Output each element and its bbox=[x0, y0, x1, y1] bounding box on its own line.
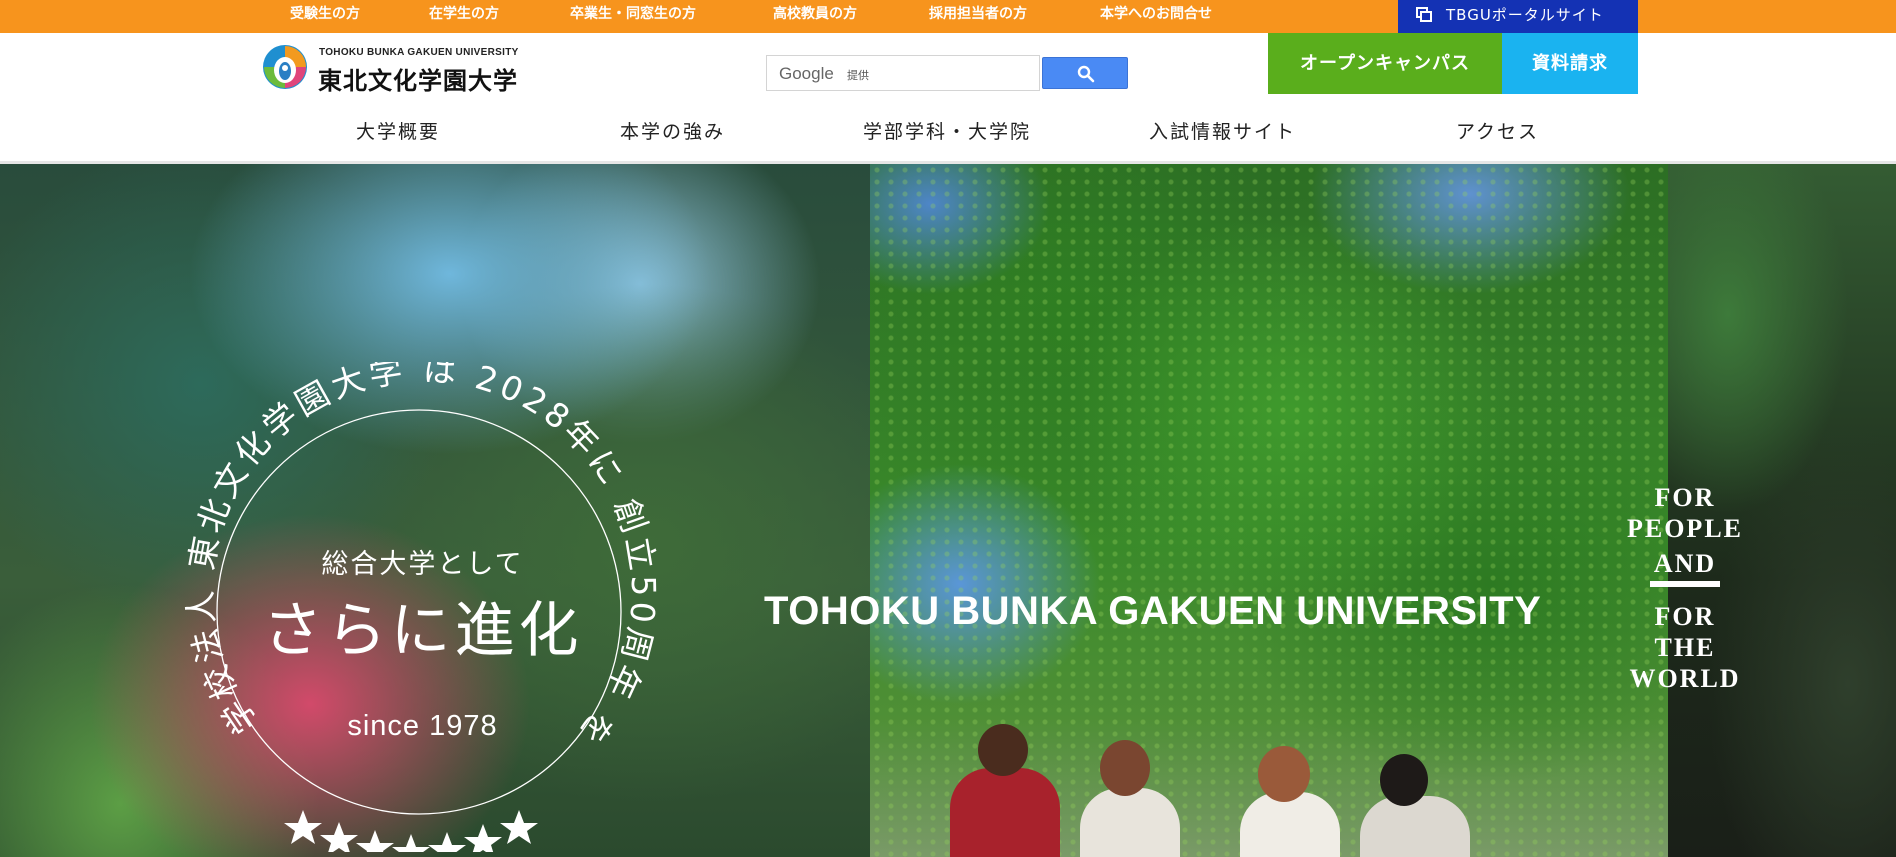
slogan-and: AND bbox=[1650, 548, 1720, 587]
top-link-contact[interactable]: 本学へのお問合せ bbox=[1100, 0, 1212, 28]
search-input[interactable] bbox=[767, 56, 1039, 90]
nav-access[interactable]: アクセス bbox=[1456, 117, 1539, 144]
top-link-applicants[interactable]: 受験生の方 bbox=[290, 0, 360, 28]
search-icon bbox=[1077, 65, 1095, 83]
portal-label: TBGUポータルサイト bbox=[1446, 6, 1604, 24]
nav-faculties[interactable]: 学部学科・大学院 bbox=[863, 117, 1031, 144]
top-bar: 受験生の方 在学生の方 卒業生・同窓生の方 高校教員の方 採用担当者の方 本学へ… bbox=[0, 0, 1896, 33]
slogan-word: THE bbox=[1654, 633, 1716, 662]
open-campus-button[interactable]: オープンキャンパス bbox=[1268, 33, 1502, 94]
slogan: FOR PEOPLE AND FOR THE WORLD bbox=[1610, 482, 1760, 694]
request-documents-button[interactable]: 資料請求 bbox=[1502, 33, 1638, 94]
external-window-icon bbox=[1416, 7, 1432, 22]
hero-banner: 学校法人 東北文化学園大学 は 2028年に 創立50周年 を迎えます。 総合大… bbox=[0, 164, 1896, 857]
slogan-word: WORLD bbox=[1629, 664, 1741, 693]
university-logo[interactable]: TOHOKU BUNKA GAKUEN UNIVERSITY 東北文化学園大学 bbox=[262, 44, 532, 95]
logo-english: TOHOKU BUNKA GAKUEN UNIVERSITY bbox=[319, 47, 519, 58]
top-link-alumni[interactable]: 卒業生・同窓生の方 bbox=[570, 0, 696, 28]
hero-students-image bbox=[940, 724, 1500, 857]
stars-decoration bbox=[284, 810, 538, 852]
nav-about[interactable]: 大学概要 bbox=[356, 117, 440, 144]
top-link-teachers[interactable]: 高校教員の方 bbox=[773, 0, 857, 28]
search-button[interactable] bbox=[1042, 57, 1128, 89]
page: 受験生の方 在学生の方 卒業生・同窓生の方 高校教員の方 採用担当者の方 本学へ… bbox=[0, 0, 1896, 857]
nav-admissions[interactable]: 入試情報サイト bbox=[1149, 117, 1296, 144]
slogan-word: PEOPLE bbox=[1626, 514, 1743, 543]
nav-strengths[interactable]: 本学の強み bbox=[620, 117, 725, 144]
hero-university-name: TOHOKU BUNKA GAKUEN UNIVERSITY bbox=[764, 589, 1542, 633]
slogan-word: FOR bbox=[1654, 602, 1716, 631]
search-box[interactable]: Google 提供 bbox=[766, 55, 1040, 91]
portal-link[interactable]: TBGUポータルサイト bbox=[1398, 0, 1638, 33]
tagline-comprehensive: 総合大学として bbox=[321, 549, 524, 580]
tagline-evolution: さらに進化 bbox=[262, 596, 583, 666]
slogan-word: FOR bbox=[1654, 483, 1716, 512]
top-link-students[interactable]: 在学生の方 bbox=[429, 0, 499, 28]
top-link-recruiters[interactable]: 採用担当者の方 bbox=[929, 0, 1027, 28]
site-header: TOHOKU BUNKA GAKUEN UNIVERSITY 東北文化学園大学 … bbox=[0, 33, 1896, 164]
since-year: since 1978 bbox=[347, 710, 498, 742]
logo-japanese: 東北文化学園大学 bbox=[318, 67, 518, 95]
logo-mark-icon bbox=[263, 45, 307, 89]
